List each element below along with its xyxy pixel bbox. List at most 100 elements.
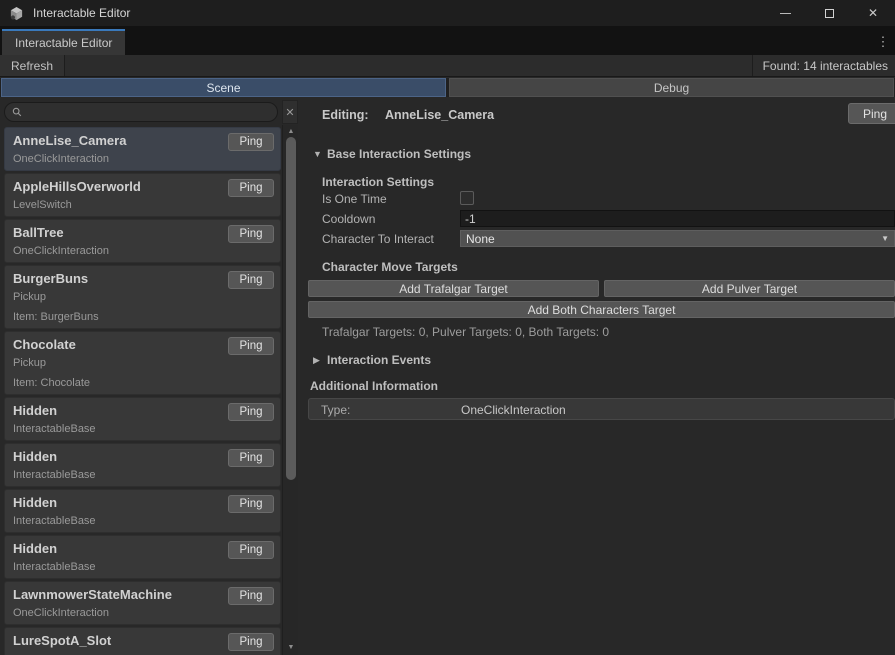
type-value: OneClickInteraction	[461, 403, 566, 417]
list-item-type: OneClickInteraction	[13, 245, 109, 257]
is-one-time-checkbox[interactable]	[460, 191, 474, 205]
editing-ping-button[interactable]: Ping	[848, 103, 895, 124]
list-item[interactable]: LawnmowerStateMachine Ping OneClickInter…	[4, 581, 281, 625]
ping-button[interactable]: Ping	[228, 633, 274, 651]
list-item-type: OneClickInteraction	[13, 153, 109, 165]
interaction-events-header: Interaction Events	[327, 353, 431, 367]
interactable-list: AnneLise_Camera Ping OneClickInteraction…	[4, 127, 281, 655]
foldout-collapsed-icon: ▶	[313, 355, 321, 366]
move-targets-header: Character Move Targets	[322, 260, 458, 274]
add-pulver-target-button[interactable]: Add Pulver Target	[604, 280, 895, 297]
type-info-box: Type: OneClickInteraction	[308, 398, 895, 420]
list-item-type: InteractableBase	[13, 561, 96, 573]
main-area: ✕ AnneLise_Camera Ping OneClickInteracti…	[0, 97, 895, 655]
cooldown-input[interactable]	[460, 210, 895, 227]
interaction-events-foldout[interactable]: ▶ Interaction Events	[313, 353, 431, 367]
scroll-up-icon[interactable]: ▲	[283, 125, 299, 137]
search-box	[4, 102, 278, 122]
list-item-type: Pickup	[13, 291, 46, 303]
list-item-name: BurgerBuns	[13, 271, 88, 286]
close-button[interactable]: ✕	[851, 0, 895, 26]
tab-debug[interactable]: Debug	[449, 78, 894, 97]
scrollbar-thumb[interactable]	[286, 137, 296, 480]
title-bar: Interactable Editor ✕	[0, 0, 895, 26]
list-item[interactable]: LureSpotA_Slot Ping	[4, 627, 281, 655]
view-tabs: Scene Debug	[0, 78, 895, 97]
is-one-time-label: Is One Time	[322, 192, 387, 206]
ping-button[interactable]: Ping	[228, 271, 274, 289]
dropdown-arrow-icon: ▼	[881, 234, 889, 243]
tab-scene[interactable]: Scene	[1, 78, 446, 97]
interactable-editor-window: Interactable Editor ✕ Interactable Edito…	[0, 0, 895, 655]
list-item-name: Hidden	[13, 403, 57, 418]
character-to-interact-label: Character To Interact	[322, 232, 434, 246]
refresh-button[interactable]: Refresh	[0, 55, 65, 76]
editing-value: AnneLise_Camera	[385, 108, 494, 122]
add-both-targets-button[interactable]: Add Both Characters Target	[308, 301, 895, 318]
maximize-icon	[825, 9, 834, 18]
list-item-name: AppleHillsOverworld	[13, 179, 141, 194]
cooldown-label: Cooldown	[322, 212, 375, 226]
search-clear-button[interactable]: ✕	[282, 100, 298, 124]
ping-button[interactable]: Ping	[228, 133, 274, 151]
toolbar: Refresh Found: 14 interactables	[0, 55, 895, 77]
list-item[interactable]: AppleHillsOverworld Ping LevelSwitch	[4, 173, 281, 217]
minimize-button[interactable]	[763, 0, 807, 26]
ping-button[interactable]: Ping	[228, 337, 274, 355]
list-item-name: BallTree	[13, 225, 64, 240]
foldout-expanded-icon: ▼	[313, 149, 321, 159]
list-item-name: Chocolate	[13, 337, 76, 352]
list-scrollbar[interactable]: ▲ ▼	[282, 125, 298, 655]
ping-button[interactable]: Ping	[228, 179, 274, 197]
ping-button[interactable]: Ping	[228, 541, 274, 559]
app-cube-icon	[9, 6, 24, 21]
list-item-name: LureSpotA_Slot	[13, 633, 111, 648]
list-item[interactable]: Chocolate Ping Pickup Item: Chocolate	[4, 331, 281, 395]
ping-button[interactable]: Ping	[228, 449, 274, 467]
list-item[interactable]: Hidden Ping InteractableBase	[4, 443, 281, 487]
list-item-type: InteractableBase	[13, 515, 96, 527]
ping-button[interactable]: Ping	[228, 403, 274, 421]
targets-summary: Trafalgar Targets: 0, Pulver Targets: 0,…	[322, 325, 609, 339]
editing-label: Editing:	[322, 108, 369, 122]
type-label: Type:	[321, 403, 350, 417]
list-item-type: InteractableBase	[13, 423, 96, 435]
window-title: Interactable Editor	[33, 6, 130, 20]
list-item-name: Hidden	[13, 449, 57, 464]
search-icon	[12, 107, 22, 117]
list-item-name: Hidden	[13, 541, 57, 556]
list-item[interactable]: Hidden Ping InteractableBase	[4, 489, 281, 533]
tab-interactable-editor[interactable]: Interactable Editor	[2, 29, 125, 55]
list-item-type: InteractableBase	[13, 469, 96, 481]
additional-info-header: Additional Information	[310, 379, 438, 393]
list-item-detail: Item: Chocolate	[13, 377, 90, 389]
list-item-detail: Item: BurgerBuns	[13, 311, 99, 323]
list-item-type: OneClickInteraction	[13, 607, 109, 619]
list-item-name: LawnmowerStateMachine	[13, 587, 172, 602]
list-item[interactable]: Hidden Ping InteractableBase	[4, 535, 281, 579]
ping-button[interactable]: Ping	[228, 587, 274, 605]
base-settings-header: Base Interaction Settings	[327, 147, 471, 161]
editor-panel: Editing: AnneLise_Camera Ping ▼ Base Int…	[305, 97, 895, 655]
list-item-name: Hidden	[13, 495, 57, 510]
search-input[interactable]	[27, 105, 269, 119]
list-item[interactable]: AnneLise_Camera Ping OneClickInteraction	[4, 127, 281, 171]
scene-list-panel: ✕ AnneLise_Camera Ping OneClickInteracti…	[0, 97, 300, 655]
list-item-type: LevelSwitch	[13, 199, 72, 211]
tab-overflow-menu-icon[interactable]: ⋮	[875, 29, 891, 55]
minimize-icon	[780, 13, 791, 14]
list-item-type: Pickup	[13, 357, 46, 369]
ping-button[interactable]: Ping	[228, 225, 274, 243]
maximize-button[interactable]	[807, 0, 851, 26]
interaction-settings-header: Interaction Settings	[322, 175, 434, 189]
base-settings-foldout[interactable]: ▼ Base Interaction Settings	[313, 147, 471, 161]
add-trafalgar-target-button[interactable]: Add Trafalgar Target	[308, 280, 599, 297]
character-to-interact-dropdown[interactable]: None ▼	[460, 230, 895, 247]
list-item[interactable]: BurgerBuns Ping Pickup Item: BurgerBuns	[4, 265, 281, 329]
list-item[interactable]: Hidden Ping InteractableBase	[4, 397, 281, 441]
list-item[interactable]: BallTree Ping OneClickInteraction	[4, 219, 281, 263]
found-count-label: Found: 14 interactables	[752, 55, 895, 76]
scroll-down-icon[interactable]: ▼	[283, 641, 299, 653]
ping-button[interactable]: Ping	[228, 495, 274, 513]
character-to-interact-value: None	[466, 232, 495, 246]
